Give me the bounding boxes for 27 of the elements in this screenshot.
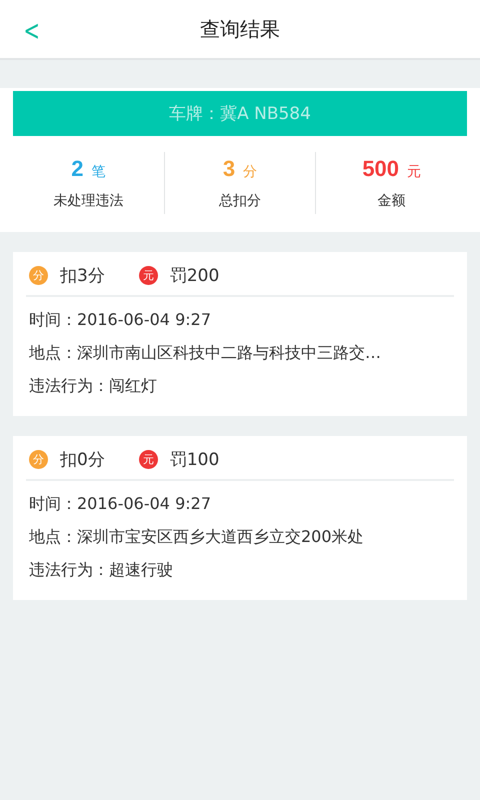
plate-number: 车牌：冀A NB584 (169, 103, 311, 125)
points-icon: 分 (29, 266, 48, 285)
fine-amount: 罚200 (170, 265, 220, 287)
stat-label: 总扣分 (219, 192, 261, 210)
violation-card[interactable]: 分 扣3分 元 罚200 时间：2016-06-04 9:27 地点：深圳市南山区科技中二路与科技中三路交… 违法行为：闯红灯 (13, 252, 467, 416)
page-title: 查询结果 (200, 16, 280, 42)
fine-amount: 罚100 (170, 449, 220, 471)
violation-act: 违法行为：超速行驶 (29, 559, 174, 581)
violation-card[interactable]: 分 扣0分 元 罚100 时间：2016-06-04 9:27 地点：深圳市宝安区西乡大道西乡立交200米处 违法行为：超速行驶 (13, 436, 467, 600)
violation-place: 地点：深圳市南山区科技中二路与科技中三路交… (29, 342, 382, 364)
stat-value: 3 (222, 156, 236, 182)
fine-icon: 元 (138, 450, 158, 469)
points-icon: 分 (29, 450, 48, 469)
points-deducted: 扣0分 (60, 449, 105, 471)
points-deducted: 扣3分 (60, 265, 105, 287)
stat-unit: 分 (243, 163, 258, 181)
stat-unit: 笔 (91, 163, 106, 181)
violation-place: 地点：深圳市宝安区西乡大道西乡立交200米处 (29, 526, 365, 548)
stat-value: 500 (362, 156, 400, 182)
stat-label: 未处理违法 (53, 192, 124, 210)
fine-icon: 元 (138, 266, 158, 285)
violation-time: 时间：2016-06-04 9:27 (29, 309, 212, 331)
stat-label: 金额 (378, 192, 406, 210)
violation-act: 违法行为：闯红灯 (29, 375, 158, 397)
violation-time: 时间：2016-06-04 9:27 (29, 493, 212, 515)
stat-unit: 元 (407, 163, 422, 181)
stat-value: 2 (71, 156, 84, 182)
